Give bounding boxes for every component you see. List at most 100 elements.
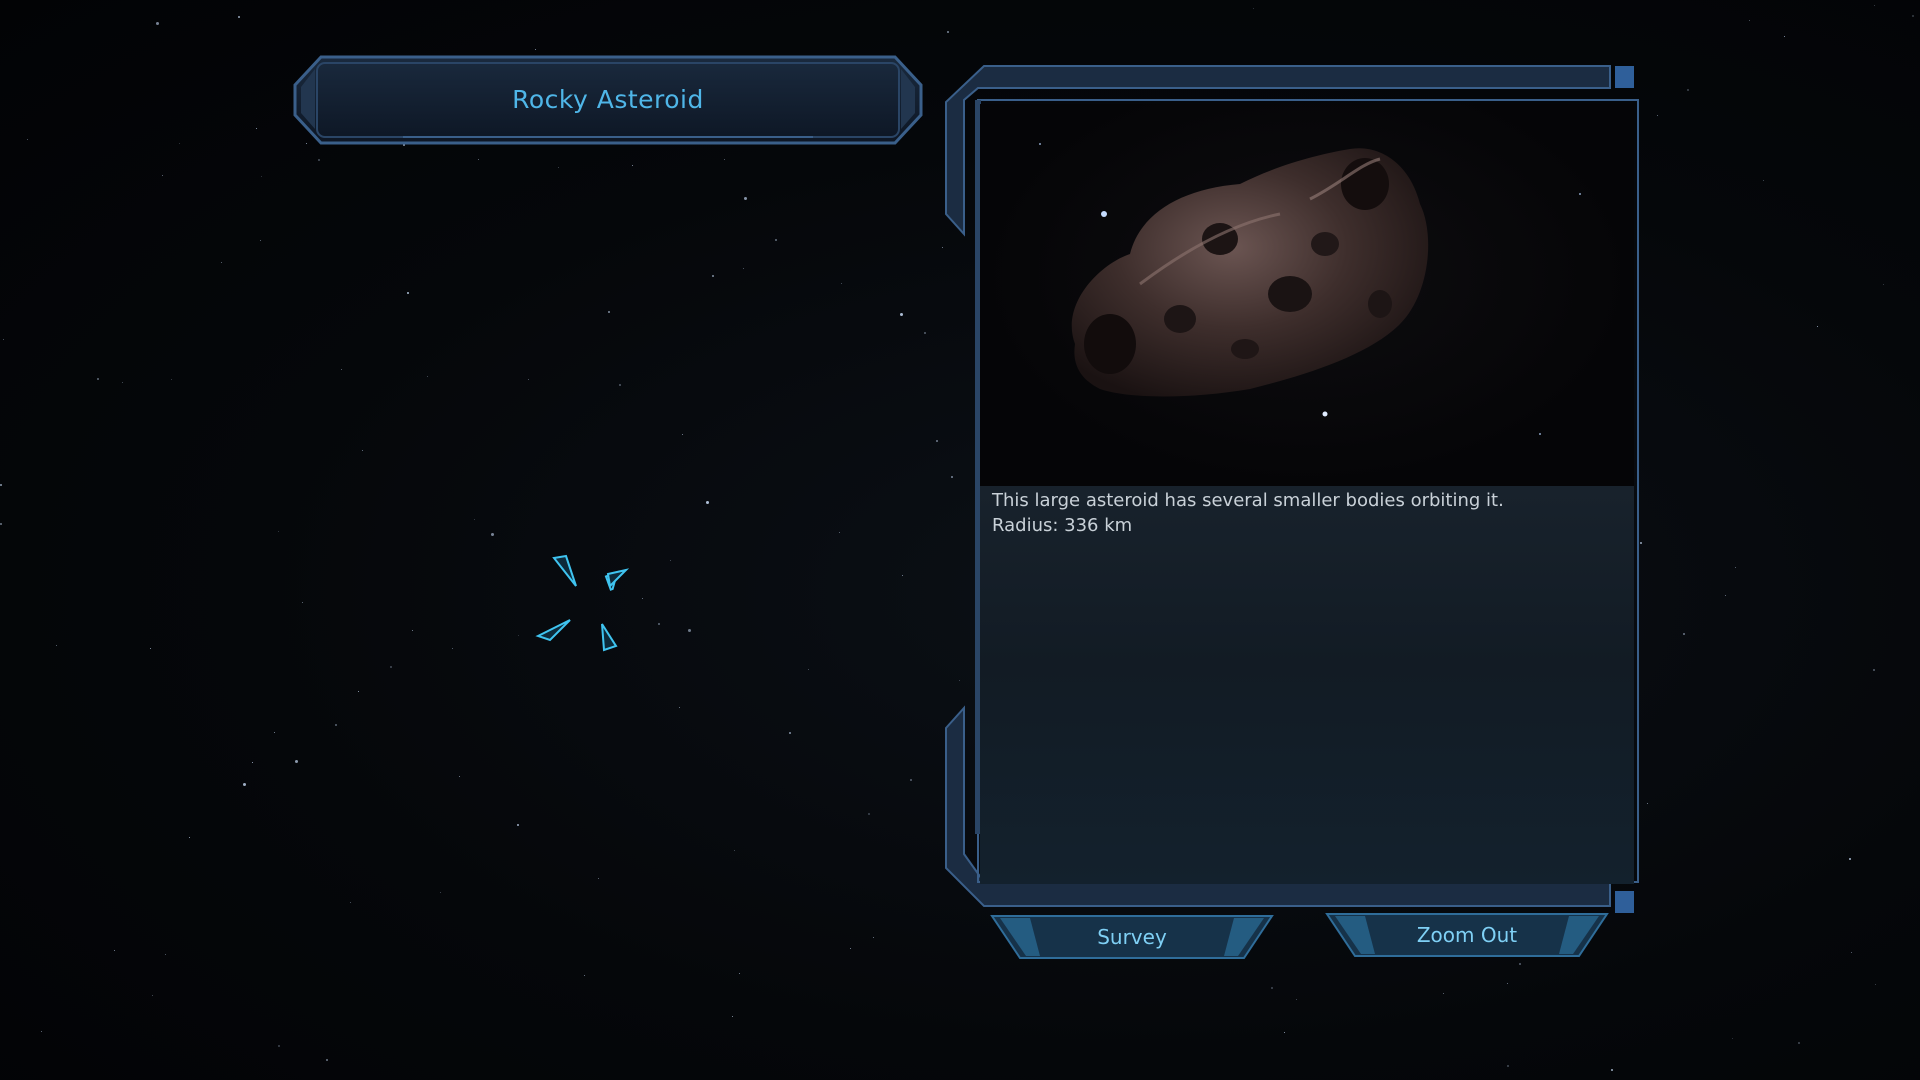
radius-line: Radius: 336 km: [992, 515, 1133, 536]
target-reticle-icon[interactable]: [530, 550, 650, 670]
star: [1253, 8, 1254, 9]
star: [1735, 567, 1736, 568]
star: [326, 1059, 328, 1061]
star: [1683, 633, 1685, 635]
star: [238, 16, 240, 18]
star: [1874, 5, 1875, 6]
star: [724, 159, 725, 160]
star: [739, 973, 740, 974]
star: [56, 645, 57, 646]
star: [156, 22, 159, 25]
star: [390, 666, 392, 668]
star: [839, 532, 840, 533]
star: [3, 339, 4, 340]
star: [278, 531, 279, 532]
star: [789, 732, 791, 734]
star: [902, 575, 903, 576]
star: [152, 995, 153, 996]
star: [362, 450, 363, 451]
description-text: This large asteroid has several smaller …: [992, 488, 1622, 538]
star: [1912, 15, 1914, 17]
star: [900, 313, 903, 316]
star: [1443, 993, 1444, 994]
corner-marker: [1615, 891, 1634, 913]
star: [1507, 983, 1508, 984]
star: [278, 1045, 280, 1047]
star: [341, 369, 342, 370]
star: [1687, 89, 1689, 91]
star: [261, 176, 262, 177]
star: [1657, 115, 1658, 116]
star: [658, 623, 660, 625]
star: [1875, 984, 1876, 985]
star: [252, 762, 253, 763]
star: [632, 165, 633, 166]
star: [688, 629, 691, 632]
star: [608, 311, 610, 313]
star: [732, 1016, 733, 1017]
star: [350, 902, 351, 903]
star: [936, 440, 938, 442]
star: [1883, 284, 1884, 285]
star: [260, 240, 261, 241]
star: [189, 837, 190, 838]
star: [1725, 595, 1726, 596]
star: [619, 384, 621, 386]
star: [712, 275, 714, 277]
star: [1647, 803, 1648, 804]
star: [517, 824, 519, 826]
star: [358, 691, 359, 692]
corner-marker: [1615, 66, 1634, 88]
star: [1851, 952, 1852, 953]
star: [474, 519, 475, 520]
star: [412, 630, 413, 631]
description-area: [980, 486, 1634, 884]
zoom-out-button-label: Zoom Out: [1416, 923, 1518, 947]
survey-button[interactable]: Survey: [990, 914, 1274, 960]
star: [924, 332, 926, 334]
star: [1749, 20, 1750, 21]
star: [440, 892, 441, 893]
star: [518, 635, 519, 636]
star: [743, 268, 744, 269]
star: [868, 813, 870, 815]
star: [1507, 1065, 1509, 1067]
star: [150, 648, 151, 649]
star: [318, 159, 320, 161]
star: [1763, 180, 1764, 181]
star: [808, 669, 809, 670]
star: [1849, 858, 1851, 860]
star: [0, 523, 2, 525]
star: [679, 707, 680, 708]
star: [459, 776, 460, 777]
star: [243, 783, 246, 786]
star: [1873, 669, 1875, 671]
star: [528, 379, 529, 380]
star: [97, 378, 99, 380]
star: [558, 167, 559, 168]
star: [335, 724, 337, 726]
star: [221, 262, 222, 263]
survey-button-label: Survey: [1097, 925, 1167, 949]
description-line: This large asteroid has several smaller …: [992, 490, 1504, 511]
star: [1611, 1069, 1613, 1071]
star: [775, 239, 777, 241]
star: [114, 950, 115, 951]
star: [274, 732, 275, 733]
star: [850, 948, 851, 949]
star: [1784, 36, 1785, 37]
star: [179, 143, 180, 144]
title-plate: Rocky Asteroid: [293, 55, 923, 145]
star: [295, 760, 298, 763]
star: [670, 560, 671, 561]
star: [162, 175, 163, 176]
zoom-out-button[interactable]: Zoom Out: [1325, 912, 1609, 958]
star: [682, 434, 683, 435]
star: [873, 937, 874, 938]
star: [1271, 987, 1273, 989]
star: [598, 878, 599, 879]
star: [947, 31, 949, 33]
star: [744, 197, 747, 200]
star: [1519, 963, 1521, 965]
star: [427, 376, 428, 377]
